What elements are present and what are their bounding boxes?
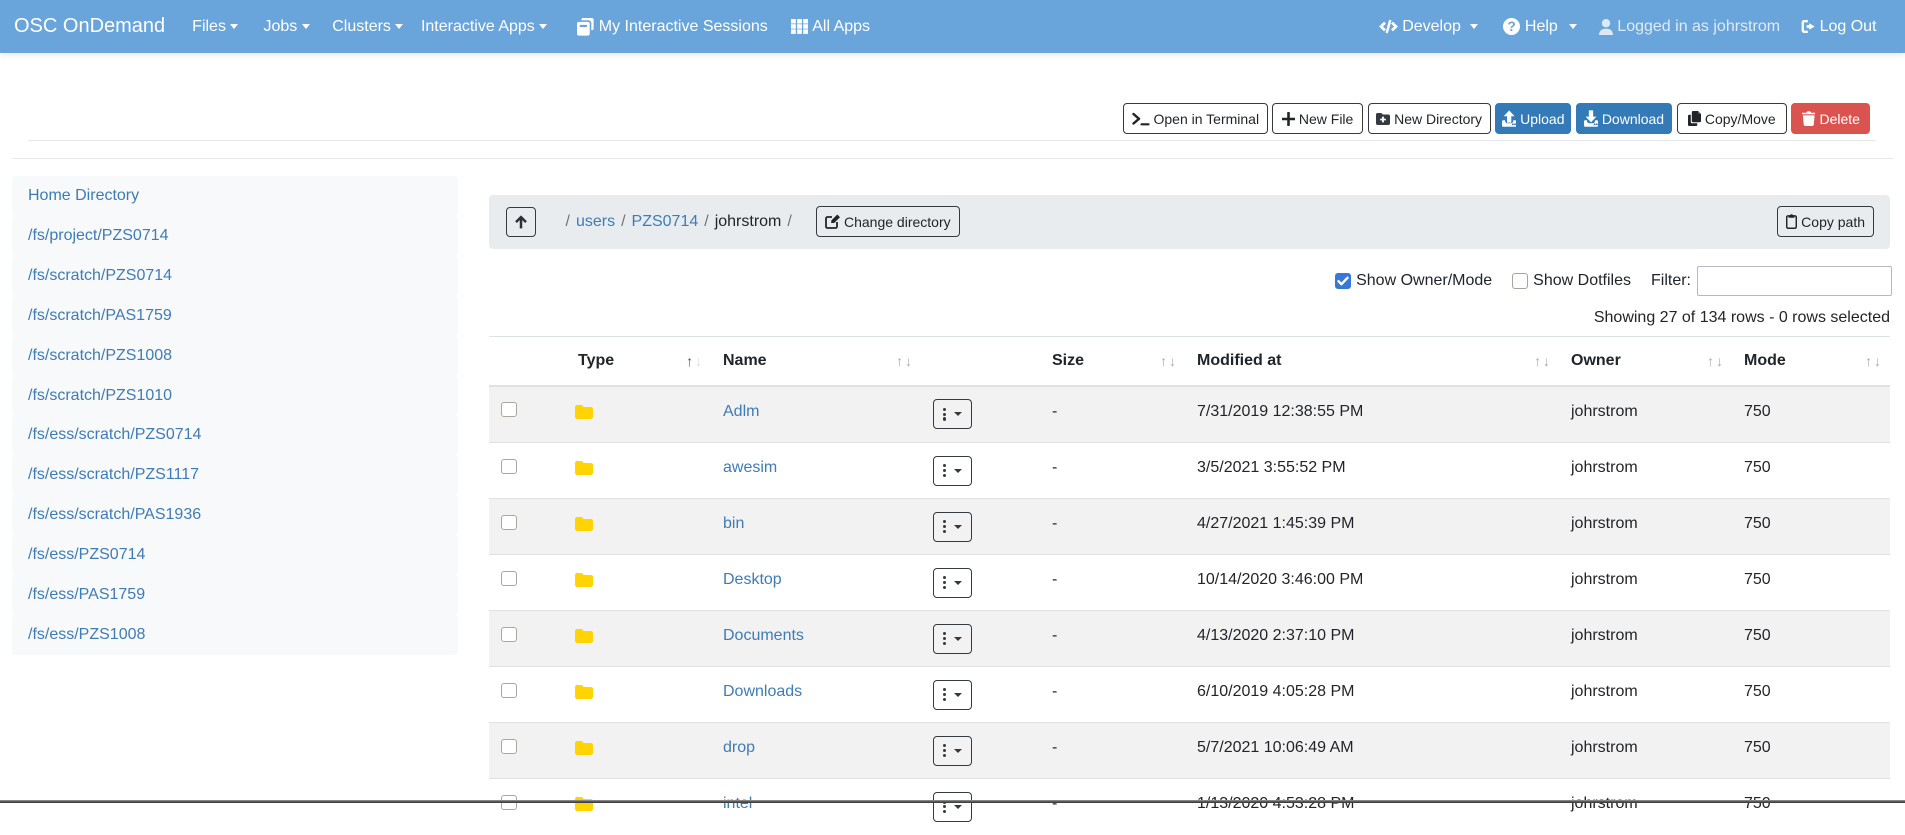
svg-text:?: ? (1508, 19, 1516, 34)
